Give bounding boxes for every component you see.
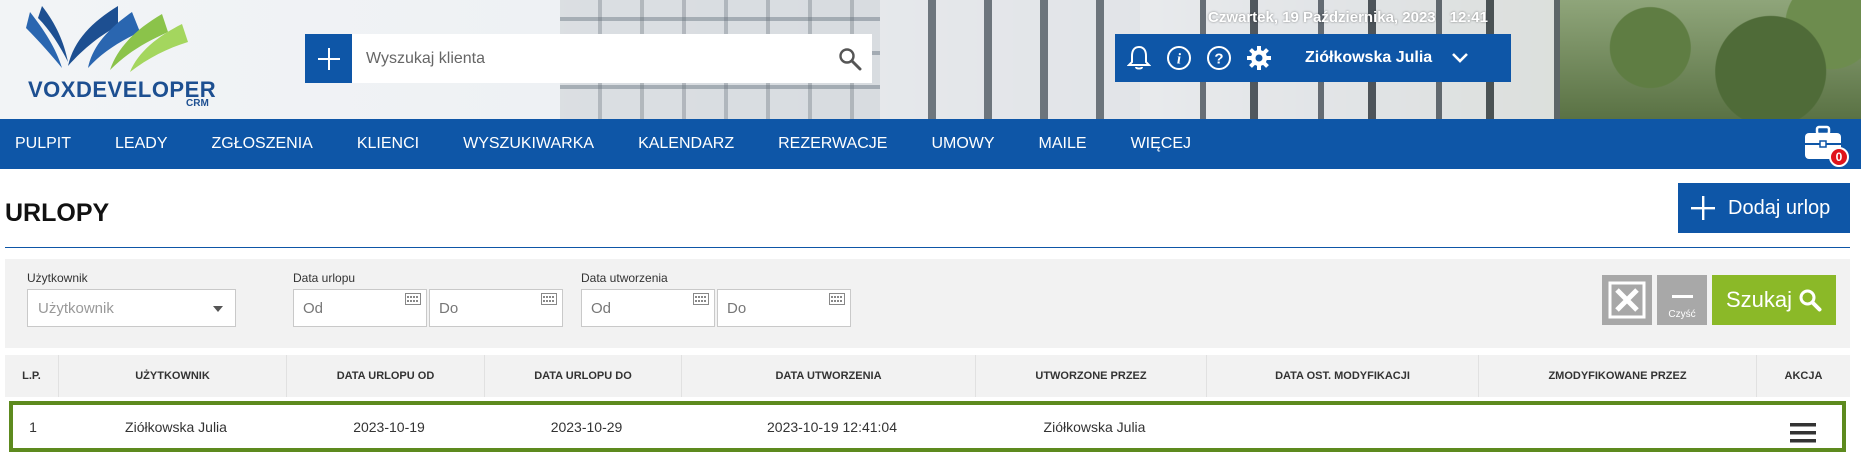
- column-header-lp[interactable]: L.P.: [5, 355, 58, 397]
- search-icon: [1799, 289, 1822, 312]
- nav-item-kalendarz[interactable]: KALENDARZ: [616, 119, 756, 169]
- export-excel-button[interactable]: [1602, 275, 1652, 325]
- table-row[interactable]: 1 Ziółkowska Julia 2023-10-19 2023-10-29…: [9, 401, 1846, 452]
- dropdown-caret-icon: [213, 306, 223, 312]
- created-date-to-placeholder: Do: [727, 299, 747, 317]
- nav-item-zgloszenia[interactable]: ZGŁOSZENIA: [189, 119, 334, 169]
- column-header-leave-from[interactable]: DATA URLOPU OD: [286, 355, 484, 397]
- column-header-user[interactable]: UŻYTKOWNIK: [58, 355, 286, 397]
- nav-item-klienci[interactable]: KLIENCI: [335, 119, 441, 169]
- leave-date-from-placeholder: Od: [303, 299, 324, 317]
- cell-modified-by: [1482, 405, 1760, 448]
- question-icon: ?: [1207, 46, 1231, 70]
- nav-item-wyszukiwarka[interactable]: WYSZUKIWARKA: [441, 119, 616, 169]
- created-date-label: Data utworzenia: [581, 271, 668, 285]
- info-icon: i: [1167, 46, 1191, 70]
- cell-user: Ziółkowska Julia: [125, 418, 227, 435]
- cell-modified: [1210, 405, 1482, 448]
- help-button[interactable]: ?: [1199, 34, 1239, 82]
- plus-icon: [1678, 195, 1728, 221]
- main-nav: PULPIT LEADY ZGŁOSZENIA KLIENCI WYSZUKIW…: [0, 119, 1861, 169]
- info-button[interactable]: i: [1159, 34, 1199, 82]
- svg-text:?: ?: [1214, 51, 1223, 68]
- column-header-action: AKCJA: [1756, 355, 1850, 397]
- cell-leave-to: 2023-10-29: [550, 418, 623, 435]
- created-date-to-input[interactable]: Do: [717, 289, 851, 327]
- user-toolbar: i ? Ziółkowska Julia: [1115, 34, 1511, 82]
- row-actions: [1760, 411, 1846, 454]
- nav-item-umowy[interactable]: UMOWY: [909, 119, 1016, 169]
- current-datetime: Czwartek, 19 Października, 2023 12:41: [1208, 9, 1488, 26]
- user-filter-select[interactable]: Użytkownik: [27, 289, 236, 327]
- excel-icon: [1608, 281, 1646, 319]
- header: VOXDEVELOPER CRM Czwartek, 19 Październi…: [0, 0, 1861, 119]
- hamburger-icon[interactable]: [1790, 422, 1816, 444]
- client-search-input[interactable]: [352, 34, 828, 83]
- column-header-modified-by[interactable]: ZMODYFIKOWANE PRZEZ: [1478, 355, 1756, 397]
- add-leave-label: Dodaj urlop: [1728, 196, 1831, 219]
- current-date: Czwartek, 19 Października, 2023: [1208, 9, 1436, 26]
- leave-date-from-input[interactable]: Od: [293, 289, 427, 327]
- column-header-created-by[interactable]: UTWORZONE PRZEZ: [975, 355, 1206, 397]
- current-time: 12:41: [1449, 9, 1488, 26]
- user-filter-label: Użytkownik: [27, 271, 88, 285]
- cell-created: 2023-10-19 12:41:04: [767, 418, 897, 435]
- notifications-button[interactable]: [1119, 34, 1159, 82]
- clear-filters-label: Czyść: [1668, 309, 1696, 320]
- briefcase-button[interactable]: 0: [1803, 125, 1849, 167]
- svg-text:i: i: [1177, 52, 1182, 68]
- calendar-icon[interactable]: [693, 293, 709, 305]
- calendar-icon[interactable]: [541, 293, 557, 305]
- cell-leave-from: 2023-10-19: [353, 418, 425, 435]
- search-filters-label: Szukaj: [1725, 287, 1793, 312]
- page-title: URLOPY: [5, 199, 110, 227]
- plus-icon: [317, 47, 340, 70]
- search-icon[interactable]: [828, 34, 872, 83]
- logo-crm: CRM: [186, 98, 209, 109]
- nav-item-maile[interactable]: MAILE: [1017, 119, 1109, 169]
- calendar-icon[interactable]: [405, 293, 421, 305]
- gear-icon: [1247, 46, 1271, 70]
- filters-panel: Użytkownik Użytkownik Data urlopu Od Do …: [5, 259, 1850, 348]
- chevron-down-icon: [1452, 53, 1469, 63]
- leave-date-to-placeholder: Do: [439, 299, 459, 317]
- client-search: [352, 34, 872, 83]
- cart-count-badge: 0: [1829, 147, 1849, 167]
- calendar-icon[interactable]: [829, 293, 845, 305]
- column-header-leave-to[interactable]: DATA URLOPU DO: [484, 355, 681, 397]
- minus-icon: [1672, 295, 1693, 298]
- user-name[interactable]: Ziółkowska Julia: [1305, 49, 1432, 67]
- logo-part-vox: VOX: [28, 77, 76, 102]
- search-filters-button[interactable]: Szukaj: [1712, 275, 1836, 325]
- nav-item-leady[interactable]: LEADY: [93, 119, 189, 169]
- created-date-from-input[interactable]: Od: [581, 289, 715, 327]
- cell-lp: 1: [29, 418, 37, 435]
- nav-item-wiecej[interactable]: WIĘCEJ: [1109, 119, 1213, 169]
- nav-item-rezerwacje[interactable]: REZERWACJE: [756, 119, 909, 169]
- cell-created-by: Ziółkowska Julia: [1043, 418, 1146, 435]
- nav-item-pulpit[interactable]: PULPIT: [0, 119, 93, 169]
- column-header-created[interactable]: DATA UTWORZENIA: [681, 355, 975, 397]
- column-header-modified[interactable]: DATA OST. MODYFIKACJI: [1206, 355, 1478, 397]
- table-header: L.P. UŻYTKOWNIK DATA URLOPU OD DATA URLO…: [5, 355, 1850, 397]
- user-filter-placeholder: Użytkownik: [38, 299, 114, 317]
- title-divider: [5, 247, 1850, 248]
- leave-date-to-input[interactable]: Do: [429, 289, 563, 327]
- add-leave-button[interactable]: Dodaj urlop: [1678, 183, 1850, 233]
- leave-date-label: Data urlopu: [293, 271, 356, 285]
- created-date-from-placeholder: Od: [591, 299, 612, 317]
- user-menu-toggle[interactable]: [1450, 51, 1470, 65]
- quick-add-button[interactable]: [305, 34, 352, 83]
- bell-icon: [1127, 45, 1151, 70]
- settings-button[interactable]: [1239, 34, 1279, 82]
- clear-filters-button[interactable]: Czyść: [1657, 275, 1707, 325]
